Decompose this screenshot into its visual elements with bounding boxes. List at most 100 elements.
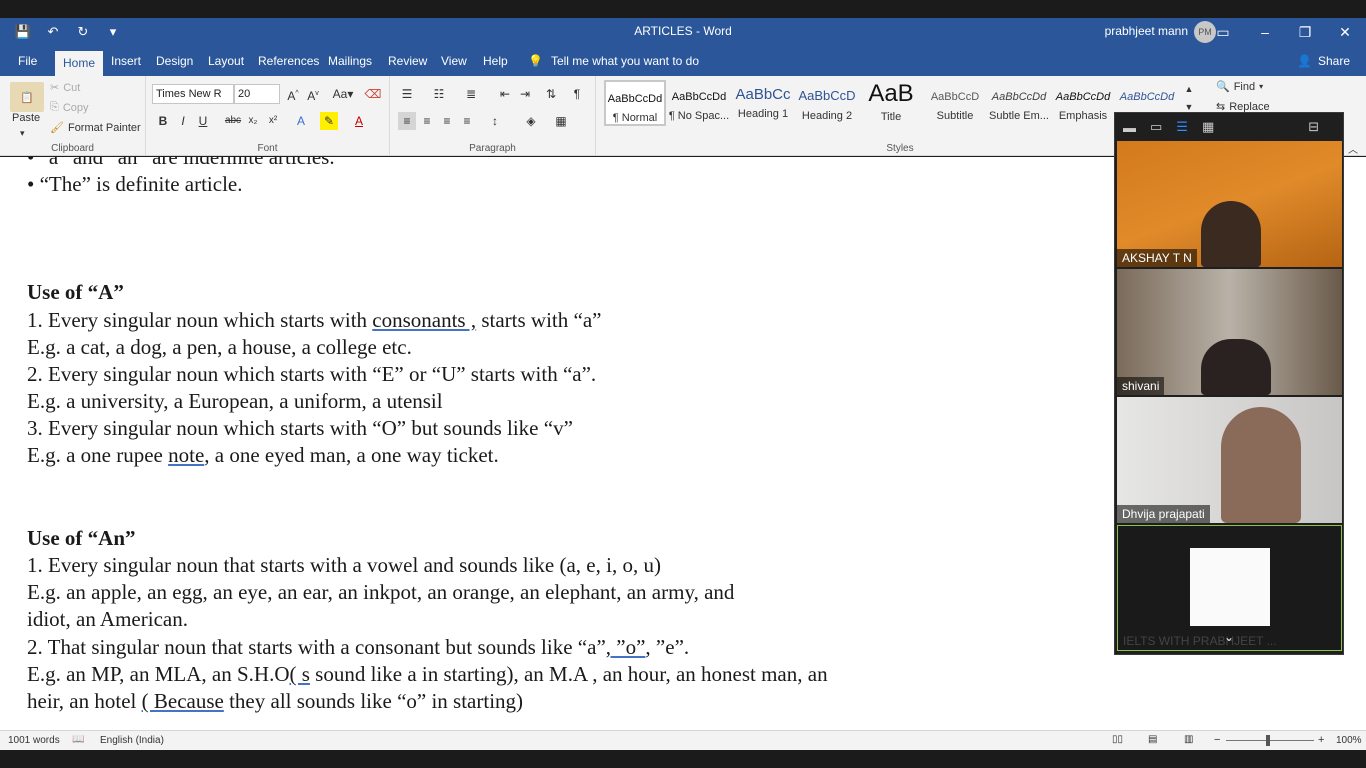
grammar-flag[interactable]: consonants , xyxy=(372,308,476,332)
font-name-input[interactable]: Times New R xyxy=(152,84,234,104)
exit-fullscreen-icon[interactable]: ⊟ xyxy=(1308,119,1319,135)
superscript-icon[interactable]: x² xyxy=(264,112,282,130)
font-group: Times New R 20 A^ Av Aa▾ ⌫ B I U abc x₂ … xyxy=(146,76,390,156)
zoom-slider[interactable] xyxy=(1226,740,1314,741)
tell-me-box[interactable]: 💡 Tell me what you want to do xyxy=(528,54,699,68)
read-mode-icon[interactable]: ▯▯ xyxy=(1112,734,1123,745)
cut-button[interactable]: ✂ Cut xyxy=(50,81,80,95)
font-size-input[interactable]: 20 xyxy=(234,84,280,104)
style-emphasis[interactable]: AaBbCcDd Emphasis xyxy=(1052,80,1114,126)
change-case-icon[interactable]: Aa▾ xyxy=(330,85,356,103)
style-heading-2[interactable]: AaBbCcD Heading 2 xyxy=(796,80,858,126)
doc-line: E.g. a cat, a dog, a pen, a house, a col… xyxy=(27,335,412,359)
clear-formatting-icon[interactable]: ⌫ xyxy=(364,85,382,103)
sort-icon[interactable]: ⇅ xyxy=(542,85,560,103)
zoom-slider-thumb[interactable] xyxy=(1266,735,1270,746)
align-center-icon[interactable]: ≡ xyxy=(418,112,436,130)
shading-icon[interactable]: ◈ xyxy=(522,112,540,130)
user-name[interactable]: prabhjeet mann xyxy=(1105,24,1188,38)
tab-insert[interactable]: Insert xyxy=(103,52,149,76)
multilevel-list-icon[interactable]: ≣ xyxy=(462,85,480,103)
video-tile[interactable]: Dhvija prajapati xyxy=(1117,397,1342,523)
find-button[interactable]: 🔍 Find ▾ xyxy=(1216,80,1263,94)
video-tile[interactable]: AKSHAY T N xyxy=(1117,141,1342,267)
style-subtle-emphasis[interactable]: AaBbCcDd Subtle Em... xyxy=(988,80,1050,126)
video-tile[interactable]: shivani xyxy=(1117,269,1342,395)
subscript-icon[interactable]: x₂ xyxy=(244,112,262,130)
proofing-icon[interactable]: 📖 xyxy=(72,734,84,745)
video-tile-active[interactable]: IELTS WITH PRABHJEET ... ⌄ xyxy=(1117,525,1342,651)
style-preview: AaBbCcD xyxy=(930,91,980,103)
video-call-panel: ▬ ▭ ☰ ▦ ⊟ AKSHAY T N shivani Dhvija praj… xyxy=(1114,112,1344,655)
close-icon[interactable]: ✕ xyxy=(1334,21,1356,43)
grammar-flag[interactable]: ( s xyxy=(290,662,310,686)
align-right-icon[interactable]: ≡ xyxy=(438,112,456,130)
minimize-icon[interactable]: ▬ xyxy=(1123,120,1136,135)
strikethrough-icon[interactable]: abc xyxy=(224,112,242,130)
strip-view-icon[interactable]: ☰ xyxy=(1176,119,1188,135)
copy-button[interactable]: ⎘ Copy xyxy=(50,101,89,114)
tab-mailings[interactable]: Mailings xyxy=(320,52,380,76)
minimize-icon[interactable]: – xyxy=(1254,21,1276,43)
heading-use-of-a: Use of “A” xyxy=(27,280,124,304)
tab-help[interactable]: Help xyxy=(475,52,516,76)
print-layout-icon[interactable]: ▤ xyxy=(1148,734,1157,745)
shrink-font-icon[interactable]: Av xyxy=(304,85,322,103)
gallery-view-icon[interactable]: ▦ xyxy=(1202,119,1214,135)
tab-layout[interactable]: Layout xyxy=(200,52,252,76)
zoom-out-icon[interactable]: − xyxy=(1214,734,1220,746)
decrease-indent-icon[interactable]: ⇤ xyxy=(496,85,514,103)
font-color-icon[interactable]: A xyxy=(350,112,368,130)
align-left-icon[interactable]: ≡ xyxy=(398,112,416,130)
participant-name: AKSHAY T N xyxy=(1117,249,1197,267)
paste-dropdown-icon[interactable]: ▾ xyxy=(20,128,25,139)
numbering-icon[interactable]: ☷ xyxy=(430,85,448,103)
format-painter-button[interactable]: 🖌 Format Painter xyxy=(50,121,141,135)
grow-font-icon[interactable]: A^ xyxy=(284,85,302,103)
web-layout-icon[interactable]: ▥ xyxy=(1184,734,1193,745)
line-spacing-icon[interactable]: ↕ xyxy=(486,112,504,130)
increase-indent-icon[interactable]: ⇥ xyxy=(516,85,534,103)
zoom-level[interactable]: 100% xyxy=(1336,735,1362,746)
share-button[interactable]: 👤 Share xyxy=(1297,54,1350,68)
ribbon-display-icon[interactable]: ▭ xyxy=(1212,21,1234,43)
doc-line: 2. Every singular noun which starts with… xyxy=(27,362,597,386)
tab-file[interactable]: File xyxy=(10,52,45,76)
language-status[interactable]: English (India) xyxy=(100,735,164,746)
style-heading-1[interactable]: AaBbCc Heading 1 xyxy=(732,80,794,126)
italic-icon[interactable]: I xyxy=(174,112,192,130)
underline-icon[interactable]: U xyxy=(194,112,212,130)
style-no-spacing[interactable]: AaBbCcDd ¶ No Spac... xyxy=(668,80,730,126)
grammar-flag[interactable]: note xyxy=(168,443,204,467)
style-name: Title xyxy=(880,111,902,123)
restore-icon[interactable]: ❐ xyxy=(1294,21,1316,43)
single-view-icon[interactable]: ▭ xyxy=(1150,119,1162,135)
status-bar: 1001 words 📖 English (India) ▯▯ ▤ ▥ − + … xyxy=(0,730,1366,750)
style-subtitle[interactable]: AaBbCcD Subtitle xyxy=(924,80,986,126)
borders-icon[interactable]: ▦ xyxy=(552,112,570,130)
grammar-flag[interactable]: ( Because xyxy=(142,689,224,713)
show-formatting-icon[interactable]: ¶ xyxy=(568,85,586,103)
styles-group: AaBbCcDd ¶ Normal AaBbCcDd ¶ No Spac... Aa… xyxy=(600,76,1200,156)
text-effects-icon[interactable]: A xyxy=(292,112,310,130)
style-normal[interactable]: AaBbCcDd ¶ Normal xyxy=(604,80,666,126)
clipboard-icon: 📋 xyxy=(10,82,44,112)
bullets-icon[interactable]: ☰ xyxy=(398,85,416,103)
tab-review[interactable]: Review xyxy=(380,52,435,76)
participant-name: Dhvija prajapati xyxy=(1117,505,1210,523)
justify-icon[interactable]: ≡ xyxy=(458,112,476,130)
styles-scroll-up-icon[interactable]: ▲ xyxy=(1180,80,1198,98)
tab-design[interactable]: Design xyxy=(148,52,201,76)
chevron-down-icon[interactable]: ⌄ xyxy=(1224,630,1234,644)
zoom-in-icon[interactable]: + xyxy=(1318,734,1324,746)
tab-view[interactable]: View xyxy=(433,52,475,76)
highlight-icon[interactable]: ✎ xyxy=(320,112,338,130)
clipboard-group-label: Clipboard xyxy=(51,143,94,154)
tab-home[interactable]: Home xyxy=(55,51,104,76)
grammar-flag[interactable]: , ”o” xyxy=(606,635,646,659)
word-count[interactable]: 1001 words xyxy=(8,735,60,746)
bold-icon[interactable]: B xyxy=(154,112,172,130)
tab-references[interactable]: References xyxy=(250,52,327,76)
paste-button[interactable]: Paste xyxy=(12,112,40,124)
style-title[interactable]: AaB Title xyxy=(860,80,922,126)
